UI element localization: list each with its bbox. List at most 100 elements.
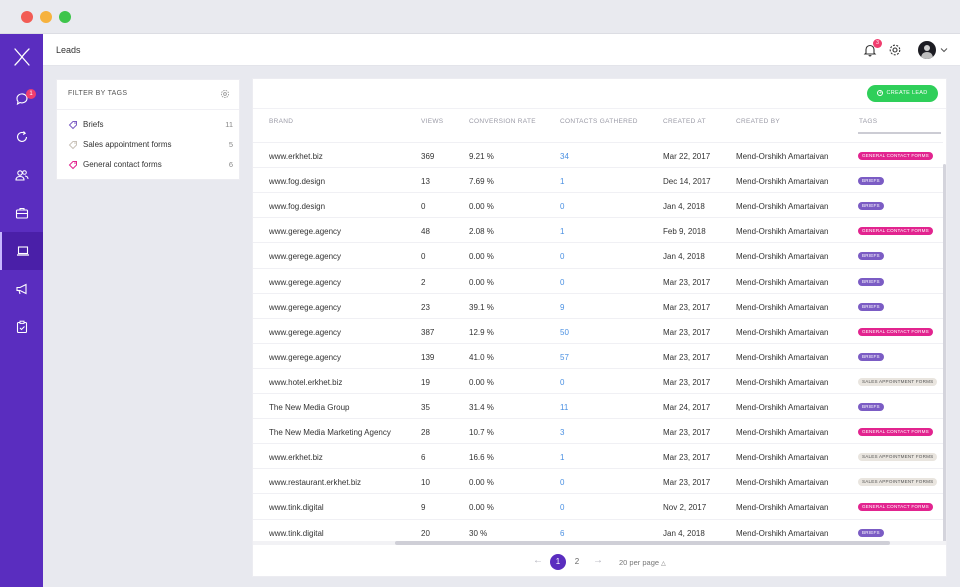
sidebar-item-activity[interactable] xyxy=(0,118,43,156)
column-header-brand[interactable]: BRAND xyxy=(269,118,293,125)
sidebar-item-tasks[interactable] xyxy=(0,308,43,346)
table-row[interactable]: The New Media Group 35 31.4 % 11 Mar 24, 201… xyxy=(253,393,943,418)
table-row[interactable]: www.gerege.agency 0 0.00 % 0 Jan 4, 2018 Mend… xyxy=(253,242,943,267)
column-header-created-at[interactable]: CREATED AT xyxy=(663,118,706,125)
tag-badge[interactable]: BRIEFS xyxy=(858,277,884,286)
cell-contacts[interactable]: 0 xyxy=(560,278,564,287)
tag-badge[interactable]: GENERAL CONTACT FORMS xyxy=(858,152,933,160)
cell-conversion-rate: 0.00 % xyxy=(469,377,494,387)
minimize-window-button[interactable] xyxy=(40,11,52,23)
tag-badge[interactable]: SALES APPOINTMENT FORMS xyxy=(858,478,938,487)
filter-item-briefs[interactable]: Briefs 11 xyxy=(68,118,233,132)
sidebar-item-leads[interactable] xyxy=(0,232,43,270)
page-1-button[interactable]: 1 xyxy=(550,554,566,570)
cell-contacts[interactable]: 1 xyxy=(560,177,564,186)
table-row[interactable]: www.tink.digital 20 30 % 6 Jan 4, 2018 Mend-O… xyxy=(253,518,943,544)
cell-contacts[interactable]: 50 xyxy=(560,328,569,337)
arrow-left-icon[interactable]: ← xyxy=(533,555,543,566)
table-row[interactable]: www.fog.design 13 7.69 % 1 Dec 14, 2017 Mend-… xyxy=(253,167,943,192)
cell-brand: www.gerege.agency xyxy=(269,277,342,287)
sidebar-item-messages[interactable]: 1 xyxy=(0,80,43,118)
tag-badge[interactable]: SALES APPOINTMENT FORMS xyxy=(858,453,938,462)
cell-conversion-rate: 10.7 % xyxy=(469,428,494,438)
cell-contacts[interactable]: 0 xyxy=(560,252,564,261)
card-toolbar: + CREATE LEAD xyxy=(253,79,946,109)
table-row[interactable]: www.erkhet.biz 369 9.21 % 34 Mar 22, 2017 Men… xyxy=(253,142,943,167)
tag-badge[interactable]: BRIEFS xyxy=(858,252,884,261)
table-row[interactable]: www.gerege.agency 2 0.00 % 0 Mar 23, 2017 Men… xyxy=(253,267,943,293)
cell-contacts[interactable]: 3 xyxy=(560,428,564,437)
cell-created-at: Mar 24, 2017 xyxy=(663,403,711,412)
close-window-button[interactable] xyxy=(21,11,33,23)
tag-badge[interactable]: BRIEFS xyxy=(858,177,884,186)
cell-brand: www.gerege.agency xyxy=(269,252,342,262)
tag-badge[interactable]: GENERAL CONTACT FORMS xyxy=(858,503,933,512)
gear-icon[interactable] xyxy=(220,89,230,99)
tag-badge[interactable]: BRIEFS xyxy=(858,528,884,537)
cell-created-by: Mend-Orshikh Amartaivan xyxy=(736,352,829,362)
tag-badge[interactable]: BRIEFS xyxy=(858,302,884,311)
x-logo-icon[interactable] xyxy=(11,46,33,68)
tag-badge[interactable]: GENERAL CONTACT FORMS xyxy=(858,428,933,437)
create-lead-button[interactable]: + CREATE LEAD xyxy=(867,85,938,102)
cell-brand: The New Media Group xyxy=(269,403,350,412)
gear-icon[interactable] xyxy=(888,43,902,57)
column-header-contacts-gathered[interactable]: CONTACTS GATHERED xyxy=(560,118,638,125)
column-header-conversion-rate[interactable]: CONVERSION RATE xyxy=(469,118,536,125)
sidebar-item-contacts[interactable] xyxy=(0,156,43,194)
cell-created-at: Mar 23, 2017 xyxy=(663,277,711,287)
chevron-down-icon[interactable] xyxy=(940,46,948,54)
tag-badge[interactable]: GENERAL CONTACT FORMS xyxy=(858,227,933,236)
cell-conversion-rate: 9.21 % xyxy=(469,152,494,161)
cell-views: 13 xyxy=(421,177,430,187)
clipboard-icon xyxy=(16,320,27,334)
avatar[interactable] xyxy=(918,41,936,59)
table-row[interactable]: www.restaurant.erkhet.biz 10 0.00 % 0 Mar 23… xyxy=(253,468,943,493)
vertical-scrollbar[interactable] xyxy=(943,164,946,544)
tags-column-indicator xyxy=(858,132,941,134)
cell-views: 2 xyxy=(421,277,426,287)
horizontal-scrollbar[interactable] xyxy=(395,541,890,545)
column-header-created-by[interactable]: CREATED BY xyxy=(736,118,780,125)
tag-badge[interactable]: SALES APPOINTMENT FORMS xyxy=(858,377,938,386)
filter-item-label: Sales appointment forms xyxy=(83,140,172,149)
page-2-button[interactable]: 2 xyxy=(569,554,585,570)
tag-badge[interactable]: BRIEFS xyxy=(858,403,884,411)
cell-contacts[interactable]: 0 xyxy=(560,202,564,211)
cell-contacts[interactable]: 1 xyxy=(560,453,564,462)
table-row[interactable]: www.tink.digital 9 0.00 % 0 Nov 2, 2017 Mend-… xyxy=(253,493,943,518)
table-row[interactable]: www.gerege.agency 139 41.0 % 57 Mar 23, 2017… xyxy=(253,342,943,368)
table-row[interactable]: www.gerege.agency 48 2.08 % 1 Feb 9, 2018 Men… xyxy=(253,217,943,242)
cell-contacts[interactable]: 57 xyxy=(560,353,569,362)
filter-item-sales-appointment-forms[interactable]: Sales appointment forms 5 xyxy=(68,138,233,152)
filter-item-count: 11 xyxy=(225,120,233,129)
cell-contacts[interactable]: 9 xyxy=(560,303,564,312)
column-header-tags[interactable]: TAGS xyxy=(859,118,877,125)
maximize-window-button[interactable] xyxy=(59,11,71,23)
tag-badge[interactable]: BRIEFS xyxy=(858,202,884,211)
cell-created-at: Mar 23, 2017 xyxy=(663,302,711,312)
tag-badge[interactable]: GENERAL CONTACT FORMS xyxy=(858,327,933,336)
cell-contacts[interactable]: 1 xyxy=(560,227,564,236)
arrow-right-icon[interactable]: → xyxy=(593,555,603,566)
table-row[interactable]: www.hotel.erkhet.biz 19 0.00 % 0 Mar 23, 201… xyxy=(253,367,943,393)
cell-contacts[interactable]: 0 xyxy=(560,378,564,387)
filter-item-general-contact-forms[interactable]: General contact forms 6 xyxy=(68,158,233,172)
sidebar-item-jobs[interactable] xyxy=(0,194,43,232)
tag-badge[interactable]: BRIEFS xyxy=(858,352,884,361)
cell-contacts[interactable]: 34 xyxy=(560,152,569,161)
column-header-views[interactable]: VIEWS xyxy=(421,118,443,125)
cell-created-at: Mar 23, 2017 xyxy=(663,327,711,337)
table-row[interactable]: www.gerege.agency 387 12.9 % 50 Mar 23, 2017… xyxy=(253,317,943,343)
cell-created-by: Mend-Orshikh Amartaivan xyxy=(736,377,829,387)
table-row[interactable]: www.gerege.agency 23 39.1 % 9 Mar 23, 2017 Me… xyxy=(253,292,943,318)
sidebar-item-campaigns[interactable] xyxy=(0,270,43,308)
cell-contacts[interactable]: 11 xyxy=(560,403,568,412)
table-row[interactable]: The New Media Marketing Agency 28 10.7 % 3 M… xyxy=(253,418,943,443)
cell-contacts[interactable]: 0 xyxy=(560,478,564,487)
cell-contacts[interactable]: 6 xyxy=(560,529,564,538)
table-row[interactable]: www.fog.design 0 0.00 % 0 Jan 4, 2018 Mend-Or… xyxy=(253,192,943,217)
table-row[interactable]: www.erkhet.biz 6 16.6 % 1 Mar 23, 2017 Mend-O… xyxy=(253,443,943,468)
per-page-select[interactable]: 20 per page △ xyxy=(619,558,666,567)
cell-contacts[interactable]: 0 xyxy=(560,503,564,512)
